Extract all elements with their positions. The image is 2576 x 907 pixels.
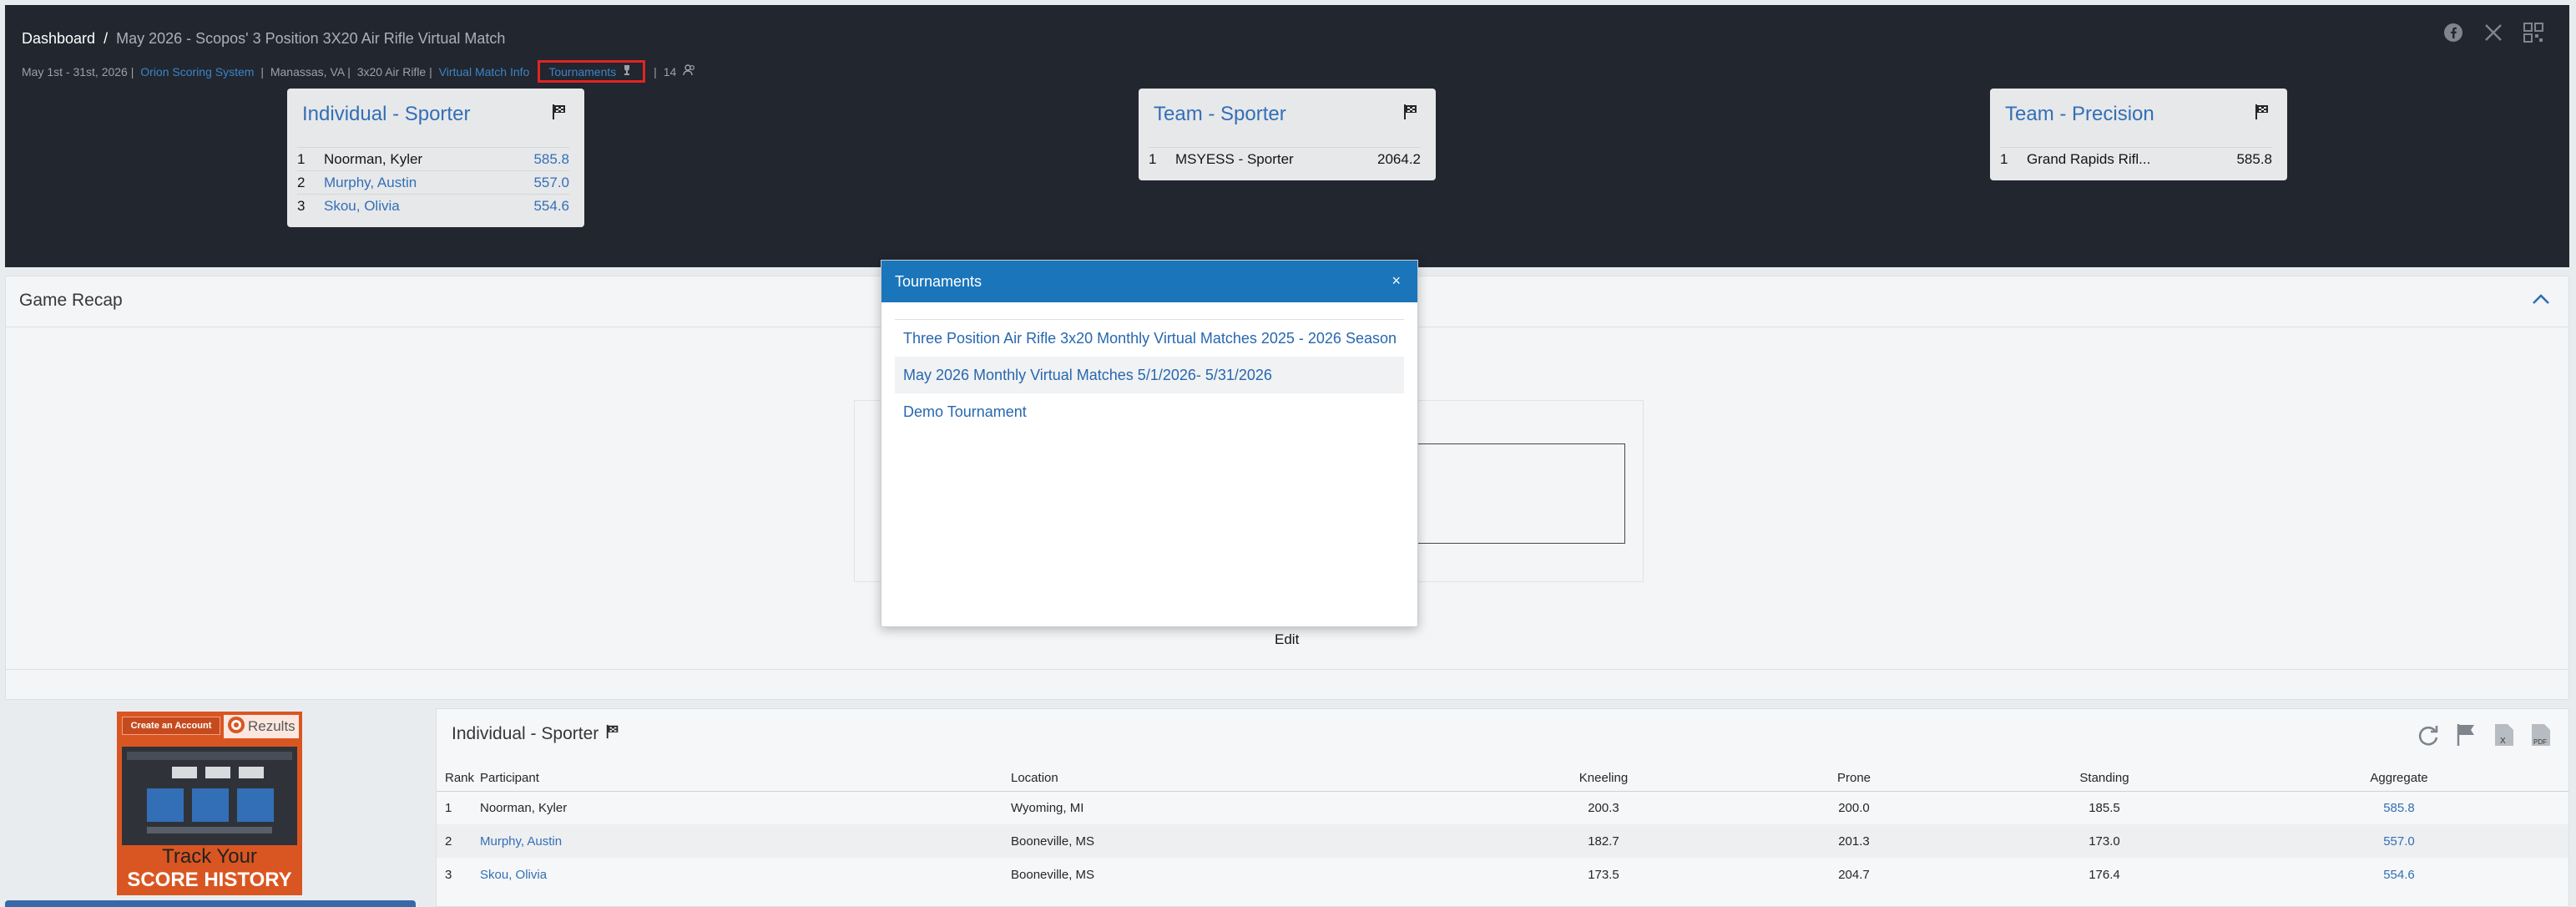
modal-title: Tournaments: [895, 272, 982, 290]
tournament-link[interactable]: May 2026 Monthly Virtual Matches 5/1/202…: [895, 357, 1404, 393]
modal-header: Tournaments ×: [881, 261, 1417, 302]
tournament-link[interactable]: Three Position Air Rifle 3x20 Monthly Vi…: [895, 320, 1404, 357]
close-icon[interactable]: ×: [1392, 272, 1401, 290]
tournament-list: Three Position Air Rifle 3x20 Monthly Vi…: [895, 319, 1404, 430]
tournament-link[interactable]: Demo Tournament: [895, 393, 1404, 430]
tournaments-modal: Tournaments × Three Position Air Rifle 3…: [881, 260, 1418, 627]
